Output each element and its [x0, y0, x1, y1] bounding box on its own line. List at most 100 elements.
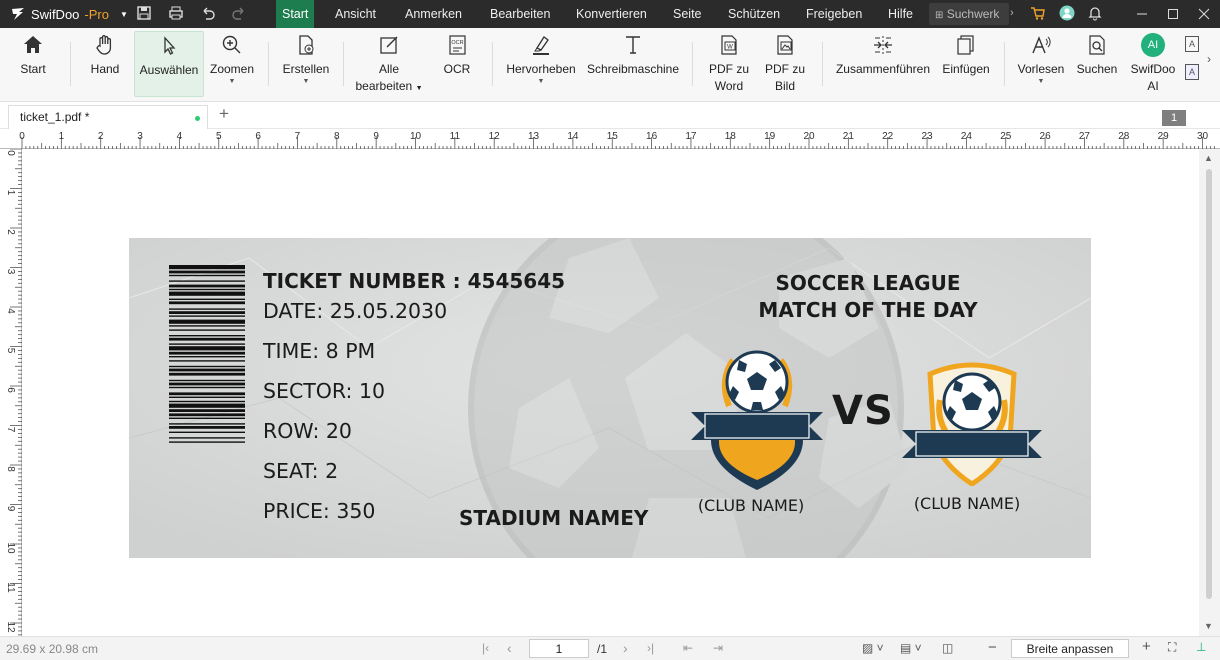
ocr-button[interactable]: OCR OCR — [436, 31, 478, 97]
zoom-button[interactable]: Zoomen ▼ — [206, 31, 258, 97]
club-crest-left-icon — [691, 350, 823, 490]
cursor-icon — [164, 36, 176, 55]
ruler-label: 30 — [1197, 131, 1209, 142]
pin-icon[interactable]: ⊥ — [1196, 640, 1206, 654]
display-mode-icon[interactable]: ▨ ˅ — [862, 641, 884, 655]
close-icon[interactable] — [1188, 0, 1220, 28]
scroll-up-icon[interactable]: ▲ — [1204, 153, 1213, 163]
hand-button[interactable]: Hand — [84, 31, 126, 97]
next-view-icon[interactable]: ⇥ — [713, 641, 723, 655]
prev-page-icon[interactable]: ‹ — [507, 640, 512, 656]
menu-konvertieren[interactable]: Konvertieren — [576, 0, 647, 28]
minimize-icon[interactable] — [1126, 0, 1158, 28]
ribbon-scroll-right-icon[interactable]: › — [1207, 52, 1211, 66]
document-tab-title: ticket_1.pdf * — [20, 110, 90, 124]
create-label: Erstellen — [282, 62, 330, 76]
ribbon-divider — [822, 42, 823, 86]
pdf-to-word-button[interactable]: W PDF zu Word — [703, 31, 755, 97]
page-layout-icon[interactable]: ▤ ˅ — [900, 641, 922, 655]
pdf-to-word-label-line1: PDF zu — [708, 62, 749, 76]
zoom-dropdown-icon: ▼ — [228, 78, 236, 85]
read-mode-icon[interactable]: ◫ — [942, 641, 953, 655]
previous-view-icon[interactable]: ⇤ — [683, 641, 693, 655]
hand-icon — [96, 35, 112, 55]
page-number-input[interactable] — [529, 639, 589, 658]
pdf-to-image-icon — [777, 35, 793, 55]
ruler-label: 22 — [882, 131, 894, 142]
text-recognition-icon[interactable]: A — [1185, 64, 1199, 83]
menu-seite[interactable]: Seite — [673, 0, 702, 28]
save-icon[interactable] — [136, 5, 152, 21]
ribbon-toolbar: Start Hand Auswählen Zoomen ▼ Erstellen … — [0, 28, 1220, 102]
print-icon[interactable] — [168, 5, 184, 21]
menu-hilfe[interactable]: Hilfe — [888, 0, 913, 28]
menu-freigeben[interactable]: Freigeben — [806, 0, 862, 28]
vertical-ruler: 0 1 2 3 4 5 6 7 8 9 10 11 12 — [0, 149, 22, 636]
app-menu-dropdown-icon[interactable]: ▼ — [120, 10, 128, 19]
menu-start[interactable]: Start — [276, 0, 315, 28]
search-grid-icon: ⊞ — [935, 10, 944, 21]
add-tab-button[interactable]: + — [219, 104, 229, 124]
league-title-line1: SOCCER LEAGUE — [775, 271, 961, 295]
pdf-to-image-button[interactable]: PDF zu Bild — [759, 31, 811, 97]
edit-all-label-line1: Alle — [378, 62, 399, 76]
search-box[interactable]: ⊞ Suchwerk — [929, 3, 1009, 25]
search-expand-icon[interactable]: › — [1010, 7, 1014, 19]
ruler-label: 0 — [19, 131, 25, 142]
svg-text:A: A — [1189, 39, 1195, 49]
zoom-in-icon[interactable]: + — [1142, 638, 1151, 655]
swifdoo-ai-label-line2: AI — [1147, 79, 1159, 93]
ruler-label: 1 — [5, 190, 16, 196]
typewriter-button[interactable]: Schreibmaschine — [586, 31, 680, 97]
next-page-icon[interactable]: › — [623, 640, 628, 656]
maximize-icon[interactable] — [1157, 0, 1189, 28]
read-aloud-label: Vorlesen — [1017, 62, 1065, 76]
pdf-to-image-label-line1: PDF zu — [764, 62, 805, 76]
highlight-label: Hervorheben — [506, 62, 576, 76]
ruler-label: 12 — [5, 621, 16, 633]
vertical-scrollbar[interactable]: ▲ ▼ — [1199, 149, 1220, 636]
ruler-label: 11 — [450, 131, 461, 142]
zoom-mode-select[interactable]: Breite anpassen — [1011, 639, 1129, 658]
menu-ansicht[interactable]: Ansicht — [335, 0, 376, 28]
ruler-label: 27 — [1079, 131, 1091, 142]
ruler-label: 26 — [1040, 131, 1052, 142]
insert-button[interactable]: Einfügen — [940, 31, 992, 97]
document-tab[interactable]: ticket_1.pdf * — [8, 105, 208, 129]
zoom-out-icon[interactable]: − — [988, 639, 997, 656]
club-crest-right-icon — [902, 362, 1042, 486]
select-button[interactable]: Auswählen — [134, 31, 204, 97]
swifdoo-ai-button[interactable]: AI SwifDoo AI — [1126, 31, 1180, 97]
highlight-dropdown-icon: ▼ — [537, 78, 545, 85]
user-avatar-icon[interactable] — [1059, 5, 1075, 21]
edit-all-button[interactable]: Alle bearbeiten ▼ — [355, 31, 423, 97]
scroll-down-icon[interactable]: ▼ — [1204, 621, 1213, 631]
read-aloud-button[interactable]: Vorlesen ▼ — [1014, 31, 1068, 97]
redo-icon[interactable] — [231, 5, 247, 21]
cart-icon[interactable] — [1030, 5, 1046, 21]
highlight-button[interactable]: Hervorheben ▼ — [503, 31, 579, 97]
start-button[interactable]: Start — [12, 31, 54, 97]
scrollbar-thumb[interactable] — [1206, 169, 1212, 599]
last-page-icon[interactable]: ›| — [647, 641, 654, 655]
highlight-icon — [533, 36, 549, 55]
ruler-label: 7 — [295, 131, 301, 142]
search-doc-button[interactable]: Suchen — [1074, 31, 1120, 97]
ruler-label: 2 — [98, 131, 104, 142]
notification-bell-icon[interactable] — [1087, 5, 1103, 21]
merge-label: Zusammenführen — [835, 62, 931, 76]
first-page-icon[interactable]: |‹ — [482, 641, 489, 655]
menu-bearbeiten[interactable]: Bearbeiten — [490, 0, 550, 28]
ribbon-divider — [692, 42, 693, 86]
club-name-right: (CLUB NAME) — [913, 494, 1021, 513]
ruler-label: 25 — [1000, 131, 1012, 142]
ruler-label: 4 — [5, 308, 16, 314]
undo-icon[interactable] — [200, 5, 216, 21]
create-button[interactable]: Erstellen ▼ — [280, 31, 332, 97]
fullscreen-icon[interactable]: ⛶ — [1168, 640, 1176, 655]
menu-anmerken[interactable]: Anmerken — [405, 0, 462, 28]
svg-text:A: A — [1189, 67, 1195, 77]
merge-button[interactable]: Zusammenführen — [834, 31, 932, 97]
translate-icon[interactable]: A — [1185, 36, 1199, 55]
menu-schuetzen[interactable]: Schützen — [728, 0, 780, 28]
